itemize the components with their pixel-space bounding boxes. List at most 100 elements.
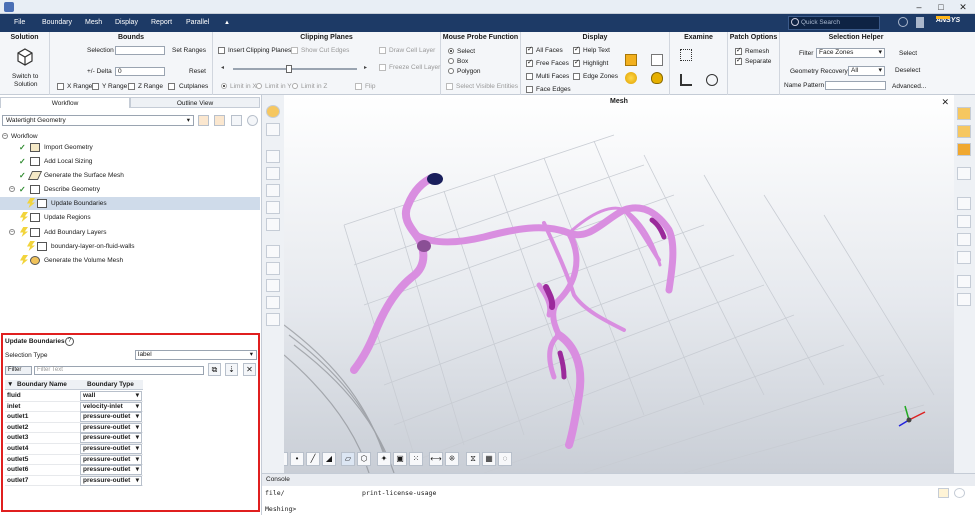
advanced-button[interactable]: Advanced... <box>892 83 926 90</box>
filter-clear-icon[interactable]: ✕ <box>243 363 256 376</box>
tree-describe-geometry[interactable]: – ✓ Describe Geometry <box>0 183 260 196</box>
filter-select[interactable]: Face Zones <box>816 48 885 58</box>
info-icon[interactable]: ? <box>65 337 74 346</box>
table-row[interactable]: outlet2 pressure-outlet <box>5 422 143 434</box>
selection-type-select[interactable]: label <box>135 350 257 360</box>
delta-input[interactable]: 0 <box>115 67 165 76</box>
switch-to-solution-button[interactable]: Switch to <box>12 73 38 80</box>
column-filter-icon[interactable]: ▼ <box>7 381 13 388</box>
tree-generate-volume-mesh[interactable]: Generate the Volume Mesh <box>0 254 260 267</box>
tree-add-local-sizing[interactable]: ✓ Add Local Sizing <box>0 155 260 168</box>
boundary-type-select[interactable]: pressure-outlet <box>80 412 142 423</box>
select-cell-icon[interactable]: ⬡ <box>357 452 371 466</box>
select-face-icon[interactable]: ◢ <box>322 452 336 466</box>
limit-x-radio[interactable] <box>221 83 227 89</box>
zoom-out-icon[interactable] <box>266 279 280 292</box>
x-range-checkbox[interactable] <box>57 83 64 90</box>
select-zone-icon[interactable]: ▱ <box>341 452 355 466</box>
measure-angle-icon[interactable] <box>680 74 692 86</box>
tree-import-geometry[interactable]: ✓ Import Geometry <box>0 141 260 154</box>
plot-icon[interactable] <box>957 197 971 210</box>
info-circle-icon[interactable] <box>706 74 718 86</box>
appearance-icon[interactable] <box>957 125 971 138</box>
reset-button[interactable]: Reset <box>189 68 206 75</box>
select-edge-icon[interactable]: ╱ <box>306 452 320 466</box>
limit-z-radio[interactable] <box>292 83 298 89</box>
select-filter-icon[interactable]: ⧖ <box>466 452 480 466</box>
clipping-slider-thumb[interactable] <box>285 65 292 73</box>
zoom-fit-icon[interactable] <box>266 296 280 309</box>
lights-icon[interactable] <box>957 143 971 156</box>
select-multiple-icon[interactable]: ⁜ <box>445 452 459 466</box>
clipping-slider[interactable] <box>233 65 357 73</box>
probe-polygon-radio[interactable] <box>448 68 454 74</box>
help-text-checkbox[interactable] <box>573 45 580 54</box>
all-faces-checkbox[interactable] <box>526 45 533 54</box>
workflow-type-select[interactable]: Watertight Geometry <box>2 115 194 126</box>
slider-right-arrow-icon[interactable]: ▸ <box>364 64 367 71</box>
settings-gear-icon[interactable] <box>651 54 663 66</box>
probe-select-radio[interactable] <box>448 48 454 54</box>
collapse-icon[interactable]: – <box>2 133 8 139</box>
select-object-icon[interactable]: ✦ <box>377 452 391 466</box>
workflow-help-icon[interactable] <box>247 115 258 126</box>
vessel-geometry[interactable] <box>350 173 677 449</box>
menu-file[interactable]: File <box>14 14 25 32</box>
print-icon[interactable] <box>957 251 971 264</box>
boundary-type-select[interactable]: wall <box>80 391 142 401</box>
menu-parallel[interactable]: Parallel <box>186 14 209 32</box>
zoom-in-icon[interactable] <box>266 262 280 275</box>
record-icon[interactable] <box>957 293 971 306</box>
filter-sort-icon[interactable]: ⇣ <box>225 363 238 376</box>
console-settings-icon[interactable] <box>954 488 965 498</box>
table-row[interactable]: fluid wall <box>5 391 143 402</box>
axes-icon[interactable] <box>266 313 280 326</box>
display-options-icon[interactable] <box>266 105 280 118</box>
pointer-icon[interactable] <box>266 150 280 163</box>
help-icon[interactable] <box>898 17 908 27</box>
copy-icon[interactable] <box>957 275 971 288</box>
highlight-checkbox[interactable] <box>573 58 580 67</box>
pan-icon[interactable] <box>266 184 280 197</box>
save-workflow-icon[interactable] <box>214 115 225 126</box>
ruler-icon[interactable] <box>957 215 971 228</box>
mesh-graphics[interactable] <box>284 95 954 473</box>
separate-checkbox[interactable] <box>735 56 742 65</box>
column-boundary-name[interactable]: Boundary Name <box>17 381 67 388</box>
tab-outline-view[interactable]: Outline View <box>130 97 260 108</box>
select-points-icon[interactable]: ⁘ <box>284 452 288 466</box>
table-row[interactable]: outlet4 pressure-outlet <box>5 444 143 455</box>
tree-update-regions[interactable]: Update Regions <box>0 211 260 224</box>
display-faces-icon[interactable] <box>625 54 637 66</box>
name-pattern-input[interactable] <box>825 81 886 90</box>
select-lasso-icon[interactable]: ◌ <box>498 452 512 466</box>
show-cut-edges-checkbox[interactable] <box>291 47 298 54</box>
set-ranges-button[interactable]: Set Ranges <box>172 47 206 54</box>
boundary-type-select[interactable]: pressure-outlet <box>80 422 142 433</box>
menu-boundary[interactable]: Boundary <box>42 14 72 32</box>
lighting-icon[interactable] <box>625 72 637 84</box>
table-row[interactable]: outlet6 pressure-outlet <box>5 465 143 476</box>
boundary-type-select[interactable]: pressure-outlet <box>80 454 142 465</box>
boundary-type-select[interactable]: velocity-inlet <box>80 401 142 412</box>
tree-boundary-layer-on-fluid-walls[interactable]: boundary-layer-on-fluid-walls <box>0 240 260 253</box>
zoom-icon[interactable] <box>266 201 280 214</box>
boundary-type-select[interactable]: pressure-outlet <box>80 475 142 486</box>
maximize-button[interactable]: □ <box>930 0 952 14</box>
table-row[interactable]: inlet velocity-inlet <box>5 401 143 413</box>
selection-input[interactable] <box>115 46 165 55</box>
console-prompt[interactable]: Meshing> <box>265 505 296 513</box>
menu-report[interactable]: Report <box>151 14 172 32</box>
layers-icon[interactable] <box>266 123 280 136</box>
select-node-icon[interactable]: • <box>290 452 304 466</box>
table-row[interactable]: outlet1 pressure-outlet <box>5 412 143 423</box>
minimize-button[interactable]: – <box>908 0 930 14</box>
examine-points-icon[interactable] <box>680 49 692 61</box>
filter-text-input[interactable]: Filter Text <box>34 366 204 375</box>
table-row[interactable]: outlet5 pressure-outlet <box>5 454 143 466</box>
quick-search-input[interactable]: Quick Search <box>788 16 880 30</box>
tree-update-boundaries[interactable]: Update Boundaries <box>0 197 260 210</box>
switch-to-solution-icon[interactable] <box>17 48 33 66</box>
limit-y-radio[interactable] <box>256 83 262 89</box>
rotate-icon[interactable] <box>266 167 280 180</box>
